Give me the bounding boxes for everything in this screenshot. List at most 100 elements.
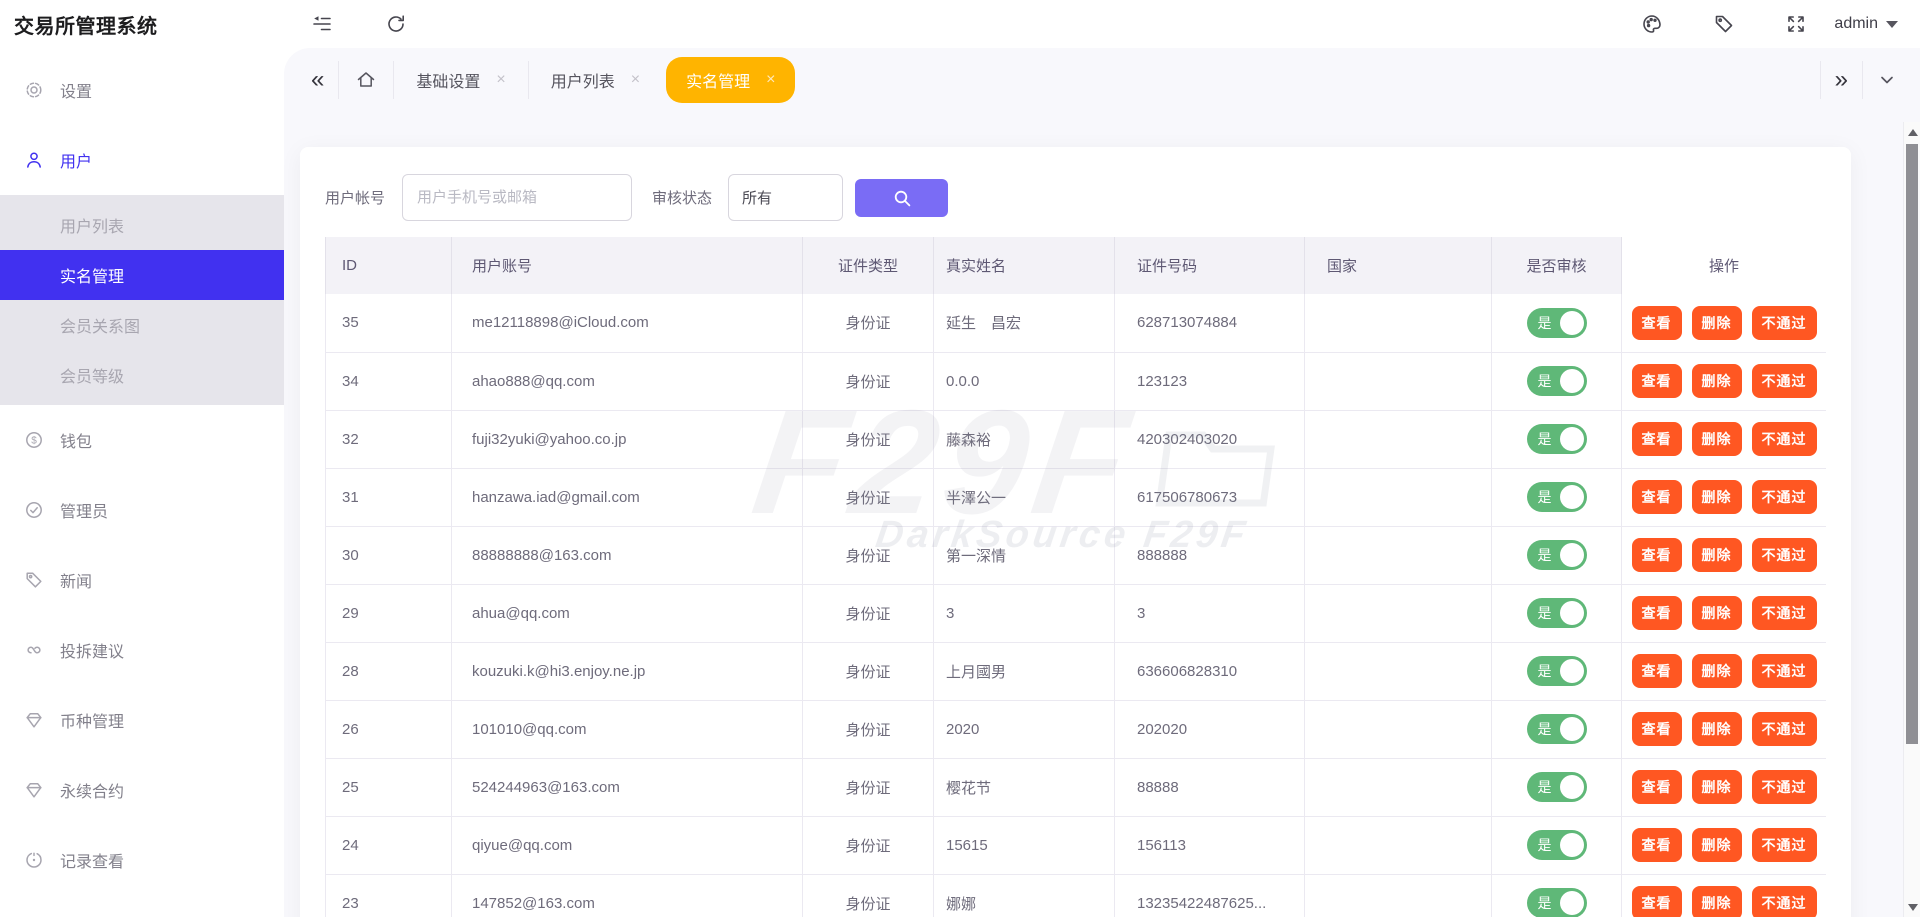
sidebar-item-label: 投拆建议 xyxy=(60,644,125,661)
sidebar-item-feedback[interactable]: 投拆建议 xyxy=(0,615,284,685)
row-actions: 查看 删除 不通过 xyxy=(1631,654,1817,688)
audit-toggle[interactable]: 是 xyxy=(1526,888,1587,917)
refresh-icon[interactable] xyxy=(384,12,408,36)
view-button[interactable]: 查看 xyxy=(1631,596,1682,630)
reject-button[interactable]: 不通过 xyxy=(1751,712,1817,746)
audit-toggle[interactable]: 是 xyxy=(1526,307,1587,338)
cell-cert-no: 3 xyxy=(1114,584,1305,643)
delete-button[interactable]: 删除 xyxy=(1691,828,1742,862)
cell-real-name: 上月國男 xyxy=(933,642,1115,701)
sidebar-item-coin-management[interactable]: 币种管理 xyxy=(0,685,284,755)
sidebar-item-user-list[interactable]: 用户列表 xyxy=(0,200,284,250)
reject-button[interactable]: 不通过 xyxy=(1751,828,1817,862)
cell-cert-no: 13235422487625... xyxy=(1114,874,1305,917)
toggle-on-label: 是 xyxy=(1537,779,1552,795)
sidebar-item-wallet[interactable]: $ 钱包 xyxy=(0,405,284,475)
view-button[interactable]: 查看 xyxy=(1631,305,1682,340)
view-button[interactable]: 查看 xyxy=(1631,770,1682,804)
sidebar-item-records[interactable]: 记录查看 xyxy=(0,825,284,895)
cell-account: ahao888@qq.com xyxy=(451,352,803,411)
tab-realname-management[interactable]: 实名管理 × xyxy=(666,57,796,103)
audit-toggle[interactable]: 是 xyxy=(1526,714,1587,744)
table-row: 31 hanzawa.iad@gmail.com 身份证 半澤公一 617506… xyxy=(325,468,1826,527)
delete-button[interactable]: 删除 xyxy=(1691,480,1742,514)
sidebar-item-users[interactable]: 用户 xyxy=(0,125,284,195)
view-button[interactable]: 查看 xyxy=(1631,480,1682,514)
reject-button[interactable]: 不通过 xyxy=(1751,886,1817,917)
row-actions: 查看 删除 不通过 xyxy=(1631,828,1817,862)
view-button[interactable]: 查看 xyxy=(1631,422,1682,456)
sidebar-item-realname-management[interactable]: 实名管理 xyxy=(0,250,284,300)
view-button[interactable]: 查看 xyxy=(1631,828,1682,862)
column-header-id: ID xyxy=(325,237,452,294)
audit-toggle[interactable]: 是 xyxy=(1526,424,1587,454)
account-input[interactable] xyxy=(402,174,633,221)
user-menu[interactable]: admin xyxy=(1834,15,1898,33)
cell-country xyxy=(1304,584,1492,643)
tab-user-list[interactable]: 用户列表 × xyxy=(537,57,654,103)
scrollbar-thumb[interactable] xyxy=(1906,144,1918,744)
fullscreen-icon[interactable] xyxy=(1784,12,1808,36)
reject-button[interactable]: 不通过 xyxy=(1751,538,1817,572)
reject-button[interactable]: 不通过 xyxy=(1751,480,1817,514)
page-scrollbar[interactable] xyxy=(1903,122,1920,917)
audit-toggle[interactable]: 是 xyxy=(1526,540,1587,570)
toggle-knob xyxy=(1559,775,1584,799)
reject-button[interactable]: 不通过 xyxy=(1751,305,1817,340)
diamond-icon xyxy=(24,710,44,730)
tab-basic-settings[interactable]: 基础设置 × xyxy=(402,57,519,103)
view-button[interactable]: 查看 xyxy=(1631,364,1682,398)
audit-toggle[interactable]: 是 xyxy=(1526,830,1587,860)
sidebar-item-label: 用户 xyxy=(60,154,93,171)
table-row: 24 qiyue@qq.com 身份证 15615 156113 是 查看 删除不… xyxy=(325,816,1826,875)
audit-toggle[interactable]: 是 xyxy=(1526,598,1587,628)
close-icon[interactable]: × xyxy=(496,72,505,88)
cell-cert-no: 888888 xyxy=(1114,526,1305,585)
cell-cert-type: 身份证 xyxy=(802,816,934,875)
audit-toggle[interactable]: 是 xyxy=(1526,366,1587,396)
view-button[interactable]: 查看 xyxy=(1631,654,1682,688)
row-actions: 查看 删除 不通过 xyxy=(1631,770,1817,804)
view-button[interactable]: 查看 xyxy=(1631,886,1682,917)
sidebar-item-settings[interactable]: 设置 xyxy=(0,55,284,125)
tabs-scroll-right-icon[interactable]: » xyxy=(1829,68,1854,92)
sidebar-item-member-relation[interactable]: 会员关系图 xyxy=(0,300,284,350)
cell-account: fuji32yuki@yahoo.co.jp xyxy=(451,410,803,469)
reject-button[interactable]: 不通过 xyxy=(1751,596,1817,630)
home-icon[interactable] xyxy=(347,69,385,91)
audit-toggle[interactable]: 是 xyxy=(1526,482,1587,512)
delete-button[interactable]: 删除 xyxy=(1691,654,1742,688)
status-select[interactable]: 所有 xyxy=(728,174,844,221)
scrollbar-down-arrow[interactable] xyxy=(1904,899,1920,915)
sidebar-item-perpetual-contract[interactable]: 永续合约 xyxy=(0,755,284,825)
tabs-dropdown-icon[interactable] xyxy=(1871,70,1903,90)
collapse-sidebar-icon[interactable] xyxy=(310,12,334,36)
reject-button[interactable]: 不通过 xyxy=(1751,422,1817,456)
delete-button[interactable]: 删除 xyxy=(1691,422,1742,456)
search-button[interactable] xyxy=(855,178,949,217)
delete-button[interactable]: 删除 xyxy=(1691,305,1742,340)
close-icon[interactable]: × xyxy=(631,72,640,88)
tag-icon[interactable] xyxy=(1712,12,1736,36)
view-button[interactable]: 查看 xyxy=(1631,538,1682,572)
scrollbar-up-arrow[interactable] xyxy=(1904,124,1920,140)
reject-button[interactable]: 不通过 xyxy=(1751,770,1817,804)
delete-button[interactable]: 删除 xyxy=(1691,770,1742,804)
delete-button[interactable]: 删除 xyxy=(1691,712,1742,746)
sidebar-item-admin[interactable]: 管理员 xyxy=(0,475,284,545)
circle-check-icon xyxy=(24,500,44,520)
close-icon[interactable]: × xyxy=(766,72,775,88)
audit-toggle[interactable]: 是 xyxy=(1526,656,1587,686)
sidebar-item-member-level[interactable]: 会员等级 xyxy=(0,350,284,400)
delete-button[interactable]: 删除 xyxy=(1691,596,1742,630)
delete-button[interactable]: 删除 xyxy=(1691,886,1742,917)
sidebar-item-news[interactable]: 新闻 xyxy=(0,545,284,615)
view-button[interactable]: 查看 xyxy=(1631,712,1682,746)
delete-button[interactable]: 删除 xyxy=(1691,364,1742,398)
theme-palette-icon[interactable] xyxy=(1640,12,1664,36)
reject-button[interactable]: 不通过 xyxy=(1751,364,1817,398)
delete-button[interactable]: 删除 xyxy=(1691,538,1742,572)
tabs-scroll-left-icon[interactable]: « xyxy=(305,68,330,92)
audit-toggle[interactable]: 是 xyxy=(1526,772,1587,802)
reject-button[interactable]: 不通过 xyxy=(1751,654,1817,688)
